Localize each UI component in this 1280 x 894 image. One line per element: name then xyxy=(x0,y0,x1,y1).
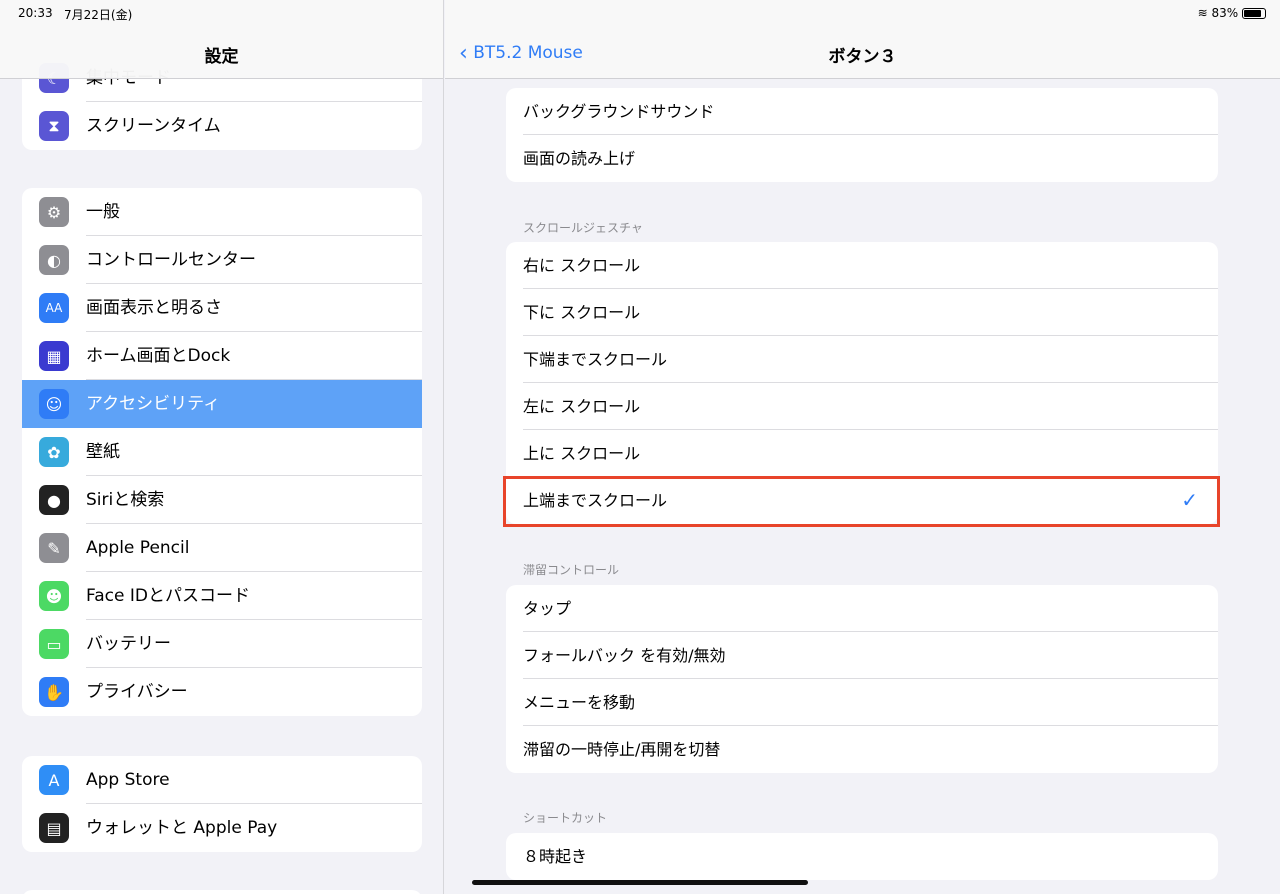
text-size-icon: AA xyxy=(39,293,69,323)
option-row[interactable]: 画面の読み上げ xyxy=(523,135,1218,182)
pencil-icon: ✎ xyxy=(39,533,69,563)
appstore-icon: A xyxy=(39,765,69,795)
sidebar-item[interactable]: ✎ Apple Pencil xyxy=(22,524,422,572)
home-indicator[interactable] xyxy=(472,880,808,885)
detail-group-dwell: タップフォールバック を有効/無効 メニューを移動滞留の一時停止/再開を切替 xyxy=(506,585,1218,773)
option-row[interactable]: メニューを移動 xyxy=(523,679,1218,726)
sidebar-item-label: 画面表示と明るさ xyxy=(86,284,422,332)
option-label: 上に スクロール xyxy=(523,444,641,463)
status-battery: ≋ 83% xyxy=(1198,6,1266,20)
chevron-left-icon: ‹ xyxy=(459,41,468,66)
status-date: 7月22日(金) xyxy=(64,8,133,22)
sidebar-item-label: スクリーンタイム xyxy=(86,116,221,136)
option-label: 下に スクロール xyxy=(523,303,641,322)
sidebar-title: 設定 xyxy=(204,47,239,67)
sidebar-item[interactable]: AA 画面表示と明るさ xyxy=(22,284,422,332)
wallet-icon: ▤ xyxy=(39,813,69,843)
option-row[interactable]: バックグラウンドサウンド xyxy=(523,88,1218,135)
option-row[interactable]: 左に スクロール xyxy=(523,383,1218,430)
option-label: フォールバック を有効/無効 xyxy=(523,646,726,665)
detail-header: ≋ 83% ボタン３ ‹ BT5.2 Mouse xyxy=(445,0,1280,79)
option-label: 左に スクロール xyxy=(523,397,641,416)
battery-icon xyxy=(1242,8,1266,19)
sidebar-item-label: バッテリー xyxy=(86,620,422,668)
sidebar-item[interactable]: ⚙ 一般 xyxy=(22,188,422,236)
accessibility-icon: ☺ xyxy=(39,389,69,419)
sidebar-item[interactable]: ⧗ スクリーンタイム xyxy=(22,102,422,150)
back-button[interactable]: ‹ BT5.2 Mouse xyxy=(459,41,583,66)
option-label: バックグラウンドサウンド xyxy=(523,102,715,121)
sidebar-item-label: Face IDとパスコード xyxy=(86,572,422,620)
option-row[interactable]: 右に スクロール xyxy=(523,242,1218,289)
sidebar-item[interactable]: ● Siriと検索 xyxy=(22,476,422,524)
option-label: タップ xyxy=(523,599,572,618)
sidebar-item-label: プライバシー xyxy=(86,682,188,702)
settings-sidebar: 20:33 7月22日(金) 設定 ☾集中モード⧗スクリーンタイム ⚙一般◐コン… xyxy=(0,0,444,894)
status-time: 20:33 xyxy=(18,6,53,20)
hand-icon: ✋ xyxy=(39,677,69,707)
option-label: 画面の読み上げ xyxy=(523,149,636,168)
hourglass-icon: ⧗ xyxy=(39,111,69,141)
detail-group-audio: バックグラウンドサウンド 画面の読み上げ xyxy=(506,88,1218,182)
option-row[interactable]: 滞留の一時停止/再開を切替 xyxy=(523,726,1218,773)
sidebar-item[interactable]: ✿ 壁紙 xyxy=(22,428,422,476)
detail-group-shortcut: ８時起き xyxy=(506,833,1218,880)
sidebar-item-label: ウォレットと Apple Pay xyxy=(86,818,278,838)
grid-icon: ▦ xyxy=(39,341,69,371)
sidebar-item-label: Apple Pencil xyxy=(86,524,422,572)
option-row[interactable]: 下端までスクロール xyxy=(523,336,1218,383)
sidebar-group-2: ⚙ 一般 ◐ コントロールセンター AA 画面表示と明るさ ▦ ホーム画面とDock ☺ アクセシ… xyxy=(22,188,422,716)
option-row[interactable]: ８時起き xyxy=(523,833,1218,880)
option-label: 下端までスクロール xyxy=(523,350,668,369)
option-row[interactable]: フォールバック を有効/無効 xyxy=(523,632,1218,679)
option-label: メニューを移動 xyxy=(523,693,636,712)
sidebar-item[interactable]: ▦ ホーム画面とDock xyxy=(22,332,422,380)
gear-icon: ⚙ xyxy=(39,197,69,227)
sidebar-item[interactable]: ▤ ウォレットと Apple Pay xyxy=(22,804,422,852)
sidebar-header: 20:33 7月22日(金) 設定 xyxy=(0,0,443,79)
sidebar-item-label: 一般 xyxy=(86,188,422,236)
sidebar-item[interactable]: ✋ プライバシー xyxy=(22,668,422,716)
sidebar-group-4 xyxy=(22,890,422,894)
sidebar-item[interactable]: ◐ コントロールセンター xyxy=(22,236,422,284)
option-label: 滞留の一時停止/再開を切替 xyxy=(523,740,721,759)
sidebar-item[interactable]: ☻ Face IDとパスコード xyxy=(22,572,422,620)
sidebar-item-label: 壁紙 xyxy=(86,428,422,476)
option-row[interactable]: 上に スクロール xyxy=(523,430,1218,477)
sidebar-item-label: ホーム画面とDock xyxy=(86,332,422,380)
highlight-box xyxy=(503,476,1220,527)
sidebar-item[interactable]: A App Store xyxy=(22,756,422,804)
faceid-icon: ☻ xyxy=(39,581,69,611)
siri-icon: ● xyxy=(39,485,69,515)
option-label: ８時起き xyxy=(523,847,588,866)
section-header-scroll: スクロールジェスチャ xyxy=(523,221,643,235)
wifi-icon: ≋ xyxy=(1197,6,1208,20)
toggles-icon: ◐ xyxy=(39,245,69,275)
detail-pane: ≋ 83% ボタン３ ‹ BT5.2 Mouse バックグラウンドサウンド 画面の… xyxy=(445,0,1280,894)
option-row[interactable]: タップ xyxy=(523,585,1218,632)
sidebar-item-label: Siriと検索 xyxy=(86,476,422,524)
sidebar-item-label: App Store xyxy=(86,756,422,804)
option-row[interactable]: 下に スクロール xyxy=(523,289,1218,336)
battery-icon: ▭ xyxy=(39,629,69,659)
sidebar-item-label: コントロールセンター xyxy=(86,236,422,284)
sidebar-item[interactable]: ☺ アクセシビリティ xyxy=(22,380,422,428)
sidebar-group-3: A App Store ▤ ウォレットと Apple Pay xyxy=(22,756,422,852)
option-label: 右に スクロール xyxy=(523,256,641,275)
sidebar-item[interactable]: ▭ バッテリー xyxy=(22,620,422,668)
section-header-dwell: 滞留コントロール xyxy=(523,563,620,577)
section-header-shortcut: ショートカット xyxy=(523,811,608,825)
sidebar-item-label: アクセシビリティ xyxy=(86,394,221,414)
flower-icon: ✿ xyxy=(39,437,69,467)
